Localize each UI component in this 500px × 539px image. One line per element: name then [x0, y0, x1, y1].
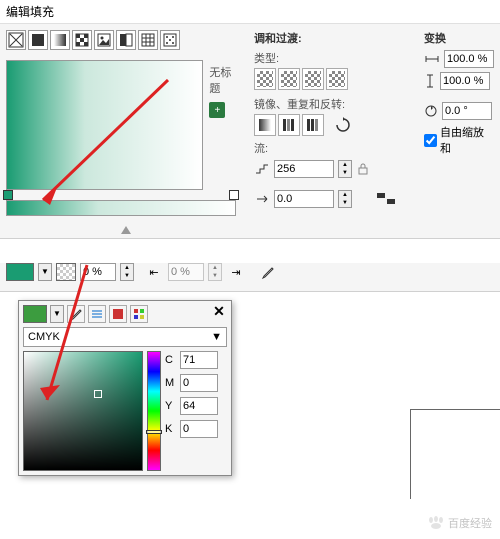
eyedropper-icon[interactable]: [258, 263, 278, 281]
type-radial-button[interactable]: [278, 68, 300, 90]
swap-icon[interactable]: [376, 191, 400, 207]
rotate-input[interactable]: [442, 102, 492, 120]
color-field[interactable]: [23, 351, 143, 471]
rotate-icon: [424, 104, 438, 118]
type-linear-button[interactable]: [254, 68, 276, 90]
color-picker-panel: ▼ ✕ CMYK▼ C M Y K: [18, 300, 232, 476]
offset-icon: [254, 191, 270, 207]
flow-label: 流:: [254, 140, 400, 156]
gradient-stop-left[interactable]: [3, 190, 13, 200]
c-label: C: [165, 354, 177, 366]
gradient-preview: [6, 60, 203, 190]
node-color-dropdown[interactable]: ▼: [38, 263, 52, 281]
gradient-editor[interactable]: [6, 200, 236, 232]
height-input[interactable]: [440, 72, 490, 90]
c-input[interactable]: [180, 351, 218, 369]
type-conical-button[interactable]: [302, 68, 324, 90]
steps-icon: [254, 161, 270, 177]
hue-cursor[interactable]: [146, 430, 162, 434]
reverse-icon[interactable]: [334, 116, 352, 134]
picker-close-button[interactable]: ✕: [211, 303, 227, 319]
hue-slider[interactable]: [147, 351, 161, 471]
gradient-bar[interactable]: [6, 200, 236, 216]
gradient-midpoint[interactable]: [121, 226, 131, 234]
fill-gradient-button[interactable]: [50, 30, 70, 50]
mirror-label: 镜像、重复和反转:: [254, 96, 400, 112]
picker-eyedropper-icon[interactable]: [67, 305, 85, 323]
picker-sliders-button[interactable]: [88, 305, 106, 323]
width-icon: [424, 53, 440, 65]
fill-twocolor-button[interactable]: [116, 30, 136, 50]
mirror-reverse-button[interactable]: [302, 114, 324, 136]
fill-none-button[interactable]: [6, 30, 26, 50]
y-input[interactable]: [180, 397, 218, 415]
fill-texture-button[interactable]: [138, 30, 158, 50]
fill-type-toolbar: [6, 30, 242, 50]
type-square-button[interactable]: [326, 68, 348, 90]
height-icon: [424, 73, 436, 89]
free-scale-label: 自由缩放和: [440, 124, 494, 156]
y-label: Y: [165, 400, 177, 412]
node-color-swatch[interactable]: [6, 263, 34, 281]
m-input[interactable]: [180, 374, 218, 392]
picker-palette-button[interactable]: [130, 305, 148, 323]
watermark: 百度经验: [427, 515, 492, 531]
offset-input[interactable]: [274, 190, 334, 208]
flow-spinner[interactable]: ▲▼: [338, 160, 352, 178]
fill-bitmap-button[interactable]: [94, 30, 114, 50]
width-input[interactable]: [444, 50, 494, 68]
node-opacity-spinner[interactable]: ▲▼: [120, 263, 134, 281]
preset-name-label: 无标题: [209, 64, 242, 96]
color-field-cursor[interactable]: [94, 390, 102, 398]
position-prev-icon[interactable]: ⇤: [144, 263, 164, 281]
mirror-repeat-button[interactable]: [278, 114, 300, 136]
k-input[interactable]: [180, 420, 218, 438]
gradient-stop-right[interactable]: [229, 190, 239, 200]
node-transparency-swatch[interactable]: [56, 263, 76, 281]
free-scale-checkbox[interactable]: [424, 134, 437, 147]
fill-pattern-button[interactable]: [72, 30, 92, 50]
fill-solid-button[interactable]: [28, 30, 48, 50]
color-model-dropdown[interactable]: CMYK▼: [23, 327, 227, 347]
picker-viewer-button[interactable]: [109, 305, 127, 323]
node-editor-row: ▼ ▲▼ ⇤ ▲▼ ⇥: [0, 263, 500, 292]
transform-section-label: 变换: [424, 30, 494, 46]
node-opacity-input[interactable]: [80, 263, 116, 281]
dialog-title: 编辑填充: [0, 0, 500, 24]
flow-steps-input[interactable]: [274, 160, 334, 178]
k-label: K: [165, 423, 177, 435]
mirror-default-button[interactable]: [254, 114, 276, 136]
fill-postscript-button[interactable]: [160, 30, 180, 50]
canvas-corner: [410, 409, 500, 499]
lock-icon[interactable]: [356, 162, 370, 176]
m-label: M: [165, 377, 177, 389]
node-position-spinner[interactable]: ▲▼: [208, 263, 222, 281]
picker-current-color: [23, 305, 47, 323]
harmony-section-label: 调和过渡:: [254, 30, 400, 46]
type-label: 类型:: [254, 50, 400, 66]
picker-color-dropdown[interactable]: ▼: [50, 305, 64, 323]
position-next-icon[interactable]: ⇥: [226, 263, 246, 281]
offset-spinner[interactable]: ▲▼: [338, 190, 352, 208]
node-position-input[interactable]: [168, 263, 204, 281]
add-preset-button[interactable]: +: [209, 102, 225, 118]
main-panel: 无标题 + 调和过渡: 类型: 镜像、重复和反转:: [0, 24, 500, 239]
